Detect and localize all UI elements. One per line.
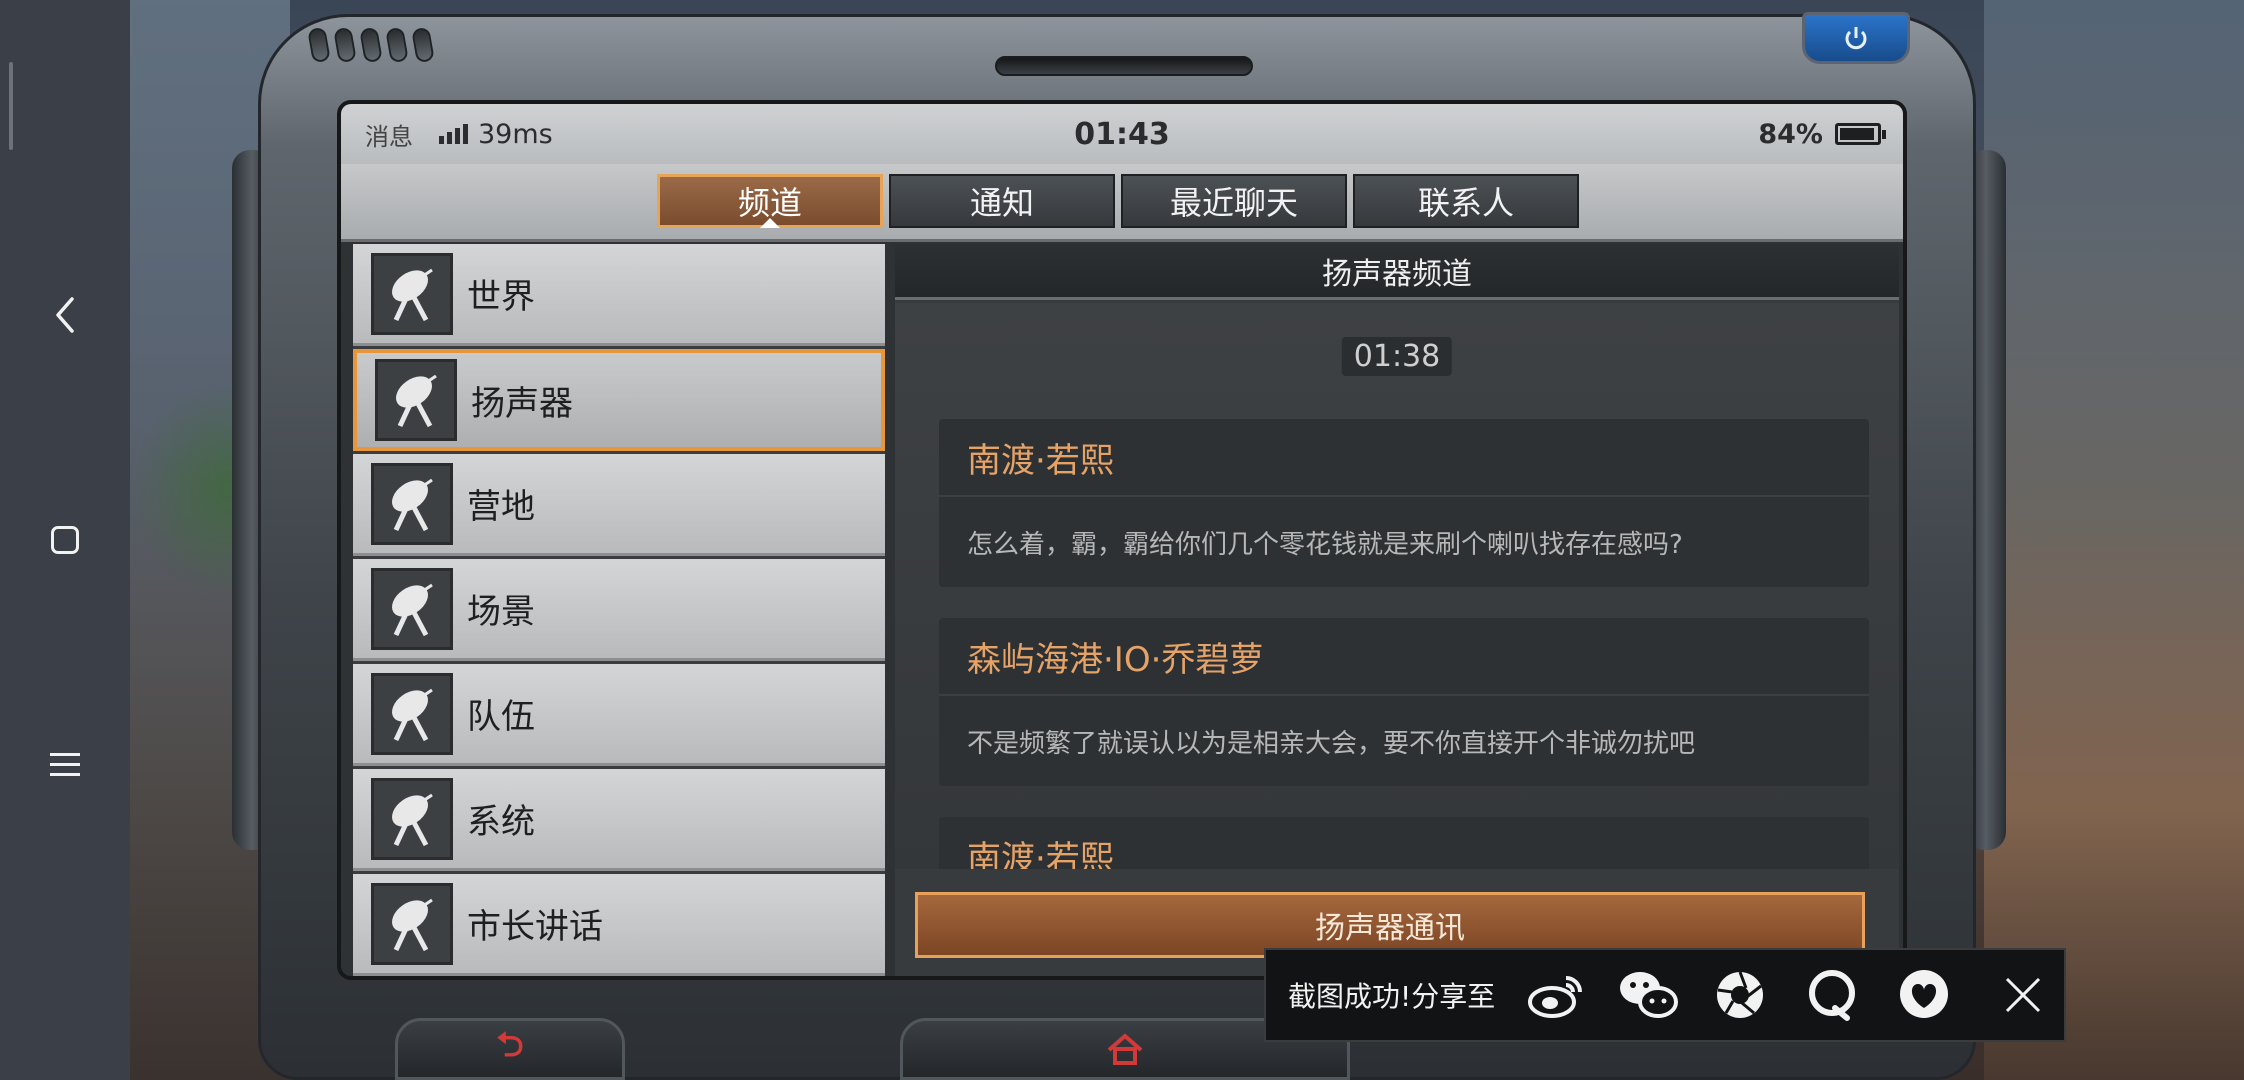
satellite-dish-icon (371, 777, 453, 860)
ping-value: 39ms (478, 118, 553, 150)
channel-label: 场景 (467, 592, 535, 632)
status-bar: 消息 39ms 01:43 84% (341, 104, 1903, 164)
moments-icon[interactable] (1707, 962, 1773, 1028)
channel-list: 世界 扬声器 营地 场景 队伍 系统 市长讲话 (353, 244, 885, 976)
message-item[interactable]: 森屿海港·IO·乔碧萝 不是频繁了就误认以为是相亲大会，要不你直接开个非诚勿扰吧 (939, 618, 1869, 786)
game-background-right (1984, 0, 2244, 1080)
system-nav-bar (0, 0, 130, 1080)
channel-label: 世界 (467, 277, 535, 317)
message-list[interactable]: 01:38 南渡·若熙 怎么着，霸，霸给你们几个零花钱就是来刷个喇叭找存在感吗?… (895, 303, 1899, 869)
message-text: 不是频繁了就误认以为是相亲大会，要不你直接开个非诚勿扰吧 (967, 728, 1696, 759)
house-icon (1107, 1033, 1143, 1065)
tab-contacts[interactable]: 联系人 (1353, 174, 1579, 228)
channel-label: 扬声器 (471, 383, 573, 424)
system-recents-button[interactable] (0, 725, 130, 805)
tab-channels[interactable]: 频道 (657, 174, 883, 228)
return-arrow-icon: ⮌ (496, 1024, 524, 1065)
share-toast-text: 截图成功!分享至 (1288, 980, 1496, 1013)
qzone-icon[interactable] (1891, 962, 1957, 1028)
close-icon[interactable] (1993, 965, 2053, 1025)
system-back-button[interactable] (0, 275, 130, 355)
satellite-dish-icon (371, 567, 453, 650)
device-top-slot (995, 56, 1253, 76)
panel-title: 扬声器频道 (895, 244, 1899, 300)
power-icon (1845, 27, 1867, 50)
chevron-left-icon (56, 297, 74, 333)
power-button[interactable] (1802, 12, 1910, 64)
channel-item-scene[interactable]: 场景 (353, 559, 885, 661)
channel-item-world[interactable]: 世界 (353, 244, 885, 346)
channel-label: 队伍 (467, 697, 535, 737)
share-toast: 截图成功!分享至 (1264, 948, 2066, 1042)
satellite-dish-icon (371, 672, 453, 755)
device-speaker-grill (307, 26, 460, 68)
status-time: 01:43 (1074, 116, 1170, 152)
channel-item-speaker[interactable]: 扬声器 (353, 349, 885, 451)
satellite-dish-icon (371, 882, 453, 965)
nav-bar-edge-handle (9, 62, 13, 150)
device-back-button[interactable]: ⮌ (395, 1018, 625, 1080)
channel-panel: 扬声器频道 01:38 南渡·若熙 怎么着，霸，霸给你们几个零花钱就是来刷个喇叭… (895, 244, 1899, 976)
signal-icon (439, 124, 468, 144)
tab-recent-chats[interactable]: 最近聊天 (1121, 174, 1347, 228)
satellite-dish-icon (375, 359, 457, 441)
message-sender[interactable]: 森屿海港·IO·乔碧萝 (939, 618, 1869, 696)
channel-label: 系统 (467, 802, 535, 842)
status-label: 消息 (365, 122, 413, 151)
message-sender[interactable]: 南渡·若熙 (939, 817, 1869, 870)
battery-status: 84% (1758, 118, 1886, 150)
message-item[interactable]: 南渡·若熙 (939, 817, 1869, 869)
battery-percent: 84% (1758, 118, 1823, 150)
message-item[interactable]: 南渡·若熙 怎么着，霸，霸给你们几个零花钱就是来刷个喇叭找存在感吗? (939, 419, 1869, 587)
satellite-dish-icon (371, 462, 453, 545)
channel-item-team[interactable]: 队伍 (353, 664, 885, 766)
channel-item-system[interactable]: 系统 (353, 769, 885, 871)
qq-icon[interactable] (1799, 962, 1865, 1028)
tab-notifications[interactable]: 通知 (889, 174, 1115, 228)
wechat-icon[interactable] (1615, 962, 1681, 1028)
weibo-icon[interactable] (1523, 962, 1589, 1028)
satellite-dish-icon (371, 252, 453, 335)
channel-label: 市长讲话 (467, 907, 603, 947)
message-text: 怎么着，霸，霸给你们几个零花钱就是来刷个喇叭找存在感吗? (967, 529, 1683, 560)
device-screen: 消息 39ms 01:43 84% 频道 通知 最近聊天 联系人 世界 扬声器 … (337, 100, 1907, 980)
battery-icon (1835, 123, 1886, 145)
channel-item-mayor-speech[interactable]: 市长讲话 (353, 874, 885, 976)
square-icon (51, 526, 79, 554)
message-sender[interactable]: 南渡·若熙 (939, 419, 1869, 497)
channel-label: 营地 (467, 487, 535, 527)
system-home-button[interactable] (0, 500, 130, 580)
tab-bar: 频道 通知 最近聊天 联系人 (341, 164, 1903, 242)
message-timestamp: 01:38 (1341, 337, 1453, 376)
menu-icon (50, 753, 80, 777)
channel-item-camp[interactable]: 营地 (353, 454, 885, 556)
